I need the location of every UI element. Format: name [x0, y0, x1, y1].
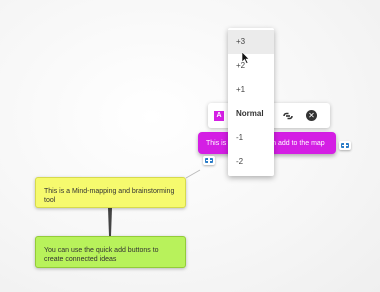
text-size-icon[interactable]: A: [214, 111, 224, 121]
connector-taper: [108, 208, 112, 236]
close-icon[interactable]: ✕: [306, 110, 317, 121]
font-size-option-plus1[interactable]: +1: [228, 78, 274, 102]
idea-node-green-text: You can use the quick add buttons to cre…: [44, 247, 159, 263]
quick-add-button-below[interactable]: [203, 156, 215, 165]
font-size-option-minus1[interactable]: -1: [228, 126, 274, 150]
mind-map-canvas[interactable]: This is a Mind-mapping and brainstorming…: [0, 0, 380, 292]
idea-node-yellow[interactable]: This is a Mind-mapping and brainstorming…: [35, 177, 186, 208]
font-size-menu: +3 +2 +1 Normal -1 -2: [228, 28, 274, 176]
quick-add-button-right[interactable]: [339, 141, 351, 150]
mouse-cursor-icon: [242, 52, 250, 64]
link-icon[interactable]: [282, 111, 294, 121]
connector-yellow-magenta: [185, 169, 201, 179]
font-size-option-minus2[interactable]: -2: [228, 150, 274, 174]
font-size-option-normal[interactable]: Normal: [228, 102, 274, 126]
idea-node-green[interactable]: You can use the quick add buttons to cre…: [35, 236, 186, 268]
add-node-icon: [205, 158, 213, 163]
font-size-option-plus2[interactable]: +2: [228, 54, 274, 78]
add-node-icon: [341, 143, 349, 148]
font-size-option-plus3[interactable]: +3: [228, 30, 274, 54]
idea-node-yellow-text: This is a Mind-mapping and brainstorming…: [44, 188, 175, 204]
